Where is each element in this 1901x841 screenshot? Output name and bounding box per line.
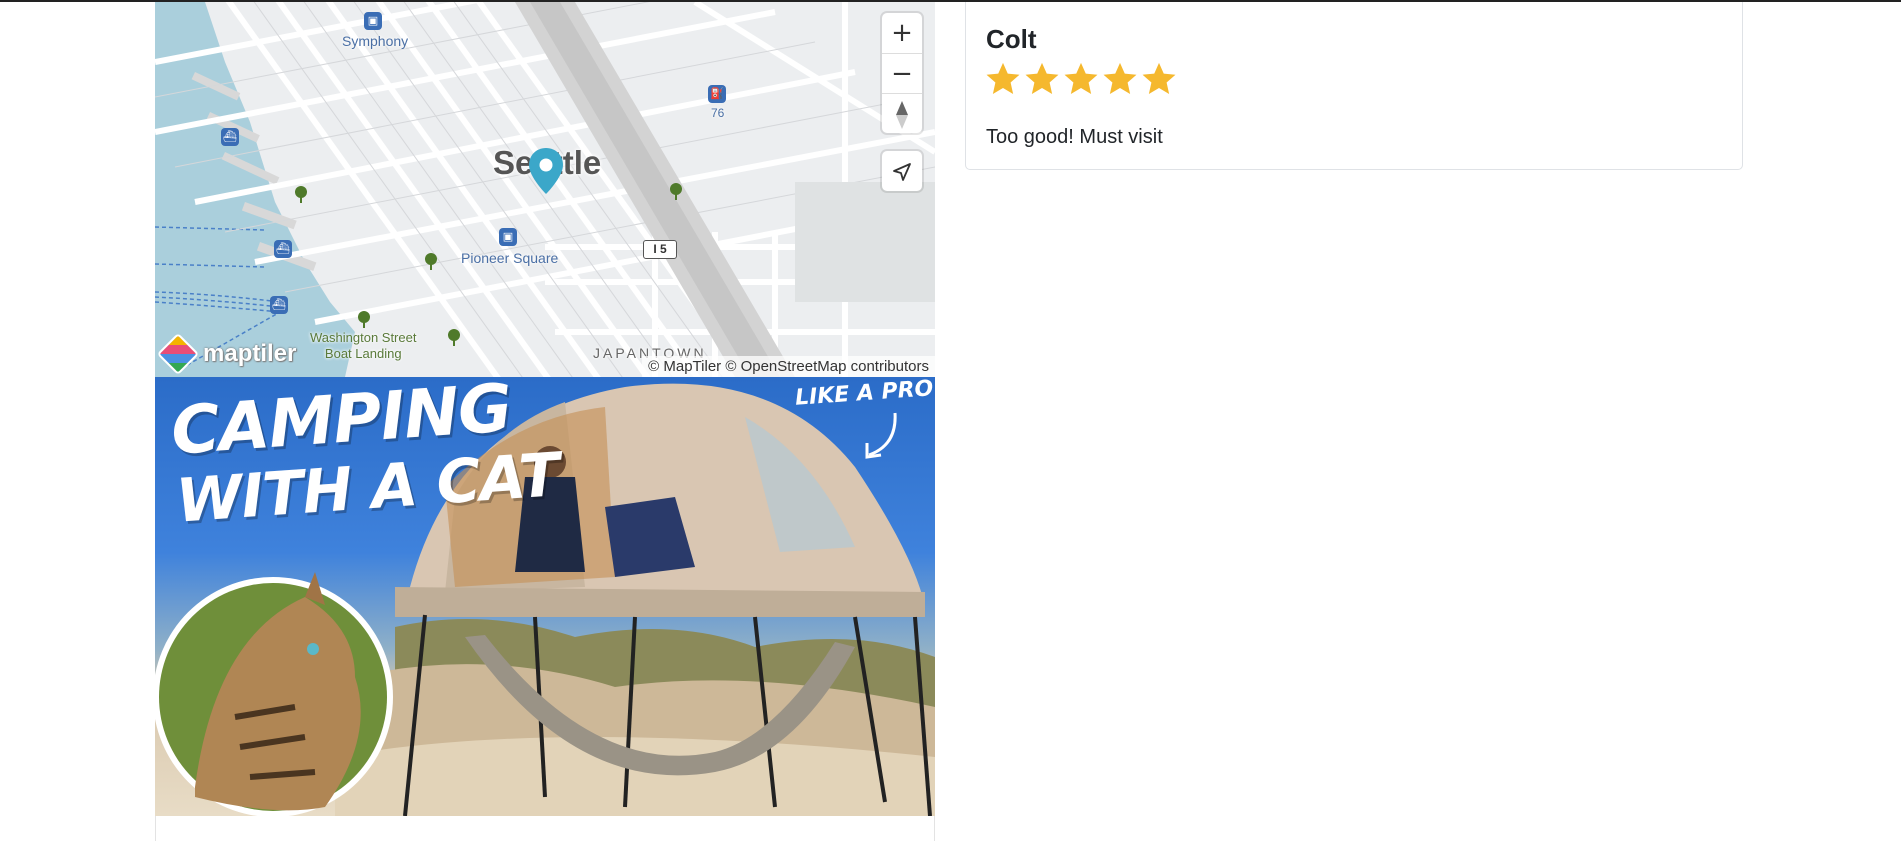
attribution-maptiler-link[interactable]: © MapTiler	[648, 358, 721, 375]
park-icon	[295, 186, 307, 203]
map-label-washington-street-line1: Washington Street	[310, 330, 417, 345]
map-label-washington-street: Washington Street Boat Landing	[310, 330, 416, 362]
highway-shield: I 5	[643, 240, 677, 259]
park-icon	[425, 253, 437, 270]
zoom-out-button[interactable]: −	[882, 53, 922, 93]
star-icon	[1064, 62, 1098, 95]
geolocate-button[interactable]	[882, 151, 922, 191]
park-icon	[670, 183, 682, 200]
location-marker-icon[interactable]	[528, 147, 564, 195]
map-label-symphony: Symphony	[342, 33, 409, 49]
maptiler-logo[interactable]: maptiler	[156, 332, 297, 376]
park-icon	[358, 311, 370, 328]
campground-map[interactable]: ▣ Symphony ⛽ 76 Seattle ⛴ ⛴ ⛴ ▣ Pioneer …	[155, 2, 935, 377]
attribution-osm-link[interactable]: © OpenStreetMap contributors	[725, 358, 929, 375]
ferry-icon: ⛴	[221, 128, 239, 146]
maptiler-logo-text: maptiler	[203, 340, 297, 367]
transit-icon: ▣	[364, 12, 382, 30]
star-icon	[1142, 62, 1176, 95]
review-card: Colt Too good! Must visit	[965, 2, 1743, 170]
star-icon	[1025, 62, 1059, 95]
navigate-icon	[893, 162, 911, 181]
campground-image-title: CAMPING WITH A CAT	[169, 377, 562, 537]
zoom-in-button[interactable]: +	[882, 13, 922, 53]
compass-button[interactable]	[882, 93, 922, 133]
park-icon	[448, 329, 460, 346]
transit-icon: ▣	[499, 228, 517, 246]
map-label-gas-number: 76	[711, 106, 725, 120]
compass-icon	[896, 100, 908, 129]
highway-shield-label: I 5	[653, 242, 667, 256]
campground-card-body	[155, 816, 935, 841]
ferry-icon: ⛴	[274, 240, 292, 258]
star-icon	[986, 62, 1020, 95]
zoom-control-group: + −	[882, 13, 922, 133]
maptiler-logo-mark	[156, 332, 200, 376]
star-rating	[984, 60, 1178, 98]
map-label-boat-landing: Boat Landing	[324, 346, 402, 361]
gas-station-icon: ⛽	[708, 85, 726, 103]
campground-image: CAMPING WITH A CAT LIKE A PRO	[155, 377, 935, 816]
review-body: Too good! Must visit	[986, 126, 1163, 148]
star-icon	[1103, 62, 1137, 95]
review-author: Colt	[986, 24, 1037, 54]
ferry-icon: ⛴	[270, 296, 288, 314]
geolocate-control-group	[882, 151, 922, 191]
map-label-pioneer-square: Pioneer Square	[461, 250, 559, 266]
arrow-icon	[865, 412, 897, 459]
map-attribution: © MapTiler © OpenStreetMap contributors	[642, 356, 935, 377]
